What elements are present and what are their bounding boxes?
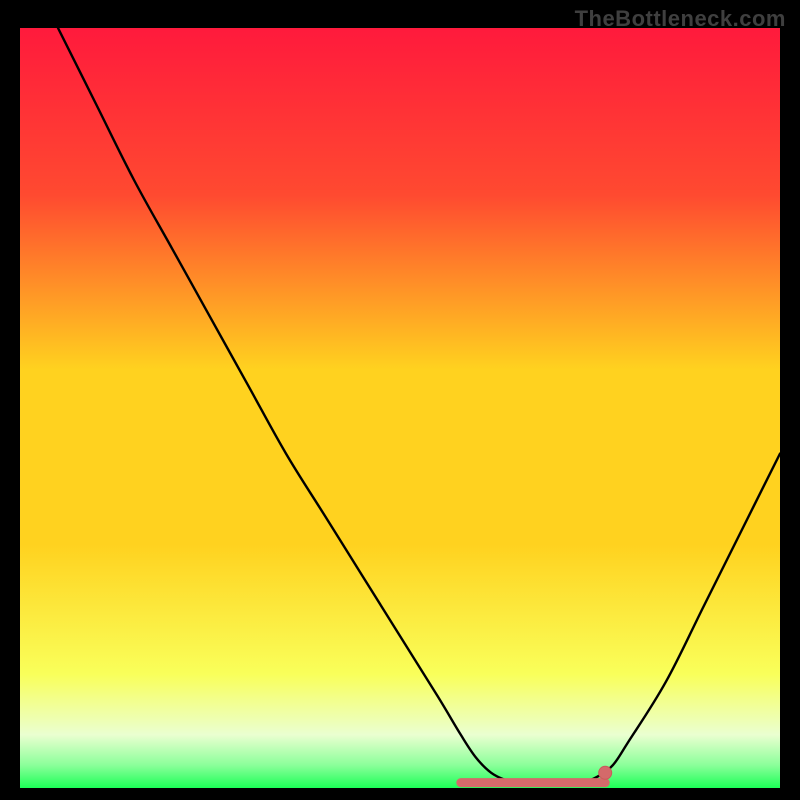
gradient-background	[20, 28, 780, 788]
bottleneck-chart	[20, 28, 780, 788]
chart-stage: TheBottleneck.com	[0, 0, 800, 800]
marker-dot	[599, 766, 612, 779]
watermark-text: TheBottleneck.com	[575, 6, 786, 32]
plot-container	[20, 28, 780, 788]
